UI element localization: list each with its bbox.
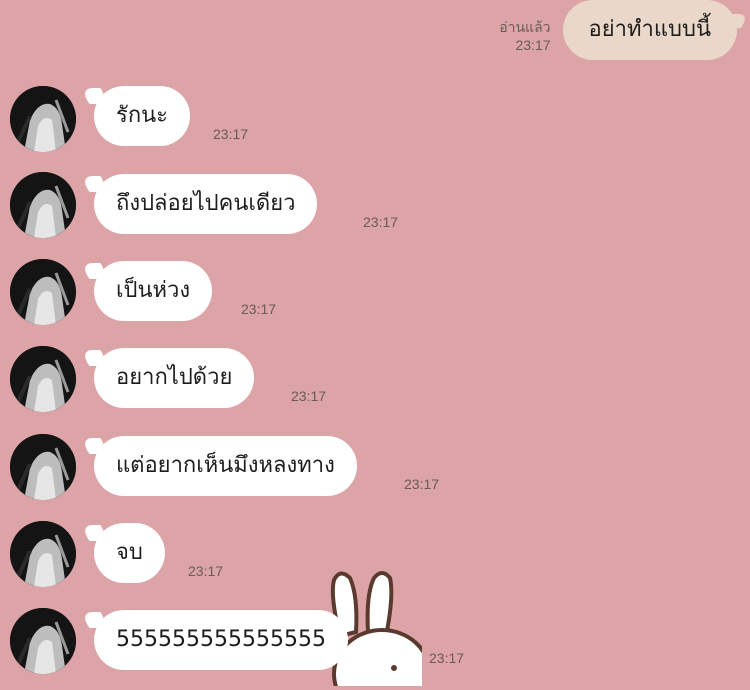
- avatar[interactable]: [10, 608, 76, 674]
- avatar[interactable]: [10, 521, 76, 587]
- avatar[interactable]: [10, 86, 76, 152]
- message-meta: อ่านแล้ว 23:17: [499, 18, 550, 54]
- incoming-message-bubble[interactable]: จบ: [94, 523, 165, 583]
- avatar-photo-icon: [10, 86, 76, 152]
- incoming-message-bubble[interactable]: ถึงปล่อยไปคนเดียว: [94, 174, 318, 234]
- incoming-message-bubble[interactable]: 555555555555555: [94, 610, 348, 670]
- message-time: 23:17: [429, 650, 465, 666]
- avatar-photo-icon: [10, 521, 76, 587]
- message-time: 23:17: [291, 388, 327, 404]
- avatar[interactable]: [10, 259, 76, 325]
- avatar-photo-icon: [10, 172, 76, 238]
- outgoing-message-bubble[interactable]: อย่าทำแบบนี้: [562, 0, 737, 60]
- message-time: 23:17: [515, 37, 551, 53]
- chat-area: อ่านแล้ว 23:17 อย่าทำแบบนี้ รักนะ 23:17: [0, 0, 750, 690]
- message-time: 23:17: [188, 563, 224, 579]
- avatar[interactable]: [10, 434, 76, 500]
- avatar-photo-icon: [10, 346, 76, 412]
- incoming-message-bubble[interactable]: เป็นห่วง: [94, 261, 213, 321]
- avatar-photo-icon: [10, 434, 76, 500]
- avatar-photo-icon: [10, 259, 76, 325]
- outgoing-message-row: อ่านแล้ว 23:17 อย่าทำแบบนี้: [499, 0, 737, 60]
- avatar-photo-icon: [10, 608, 76, 674]
- incoming-message-bubble[interactable]: อยากไปด้วย: [94, 348, 255, 408]
- message-time: 23:17: [404, 476, 440, 492]
- incoming-message-bubble[interactable]: รักนะ: [94, 86, 190, 146]
- avatar[interactable]: [10, 346, 76, 412]
- message-time: 23:17: [363, 214, 399, 230]
- message-time: 23:17: [213, 126, 249, 142]
- message-time: 23:17: [241, 301, 277, 317]
- avatar[interactable]: [10, 172, 76, 238]
- read-receipt: อ่านแล้ว: [499, 19, 551, 35]
- incoming-message-bubble[interactable]: แต่อยากเห็นมึงหลงทาง: [94, 436, 357, 496]
